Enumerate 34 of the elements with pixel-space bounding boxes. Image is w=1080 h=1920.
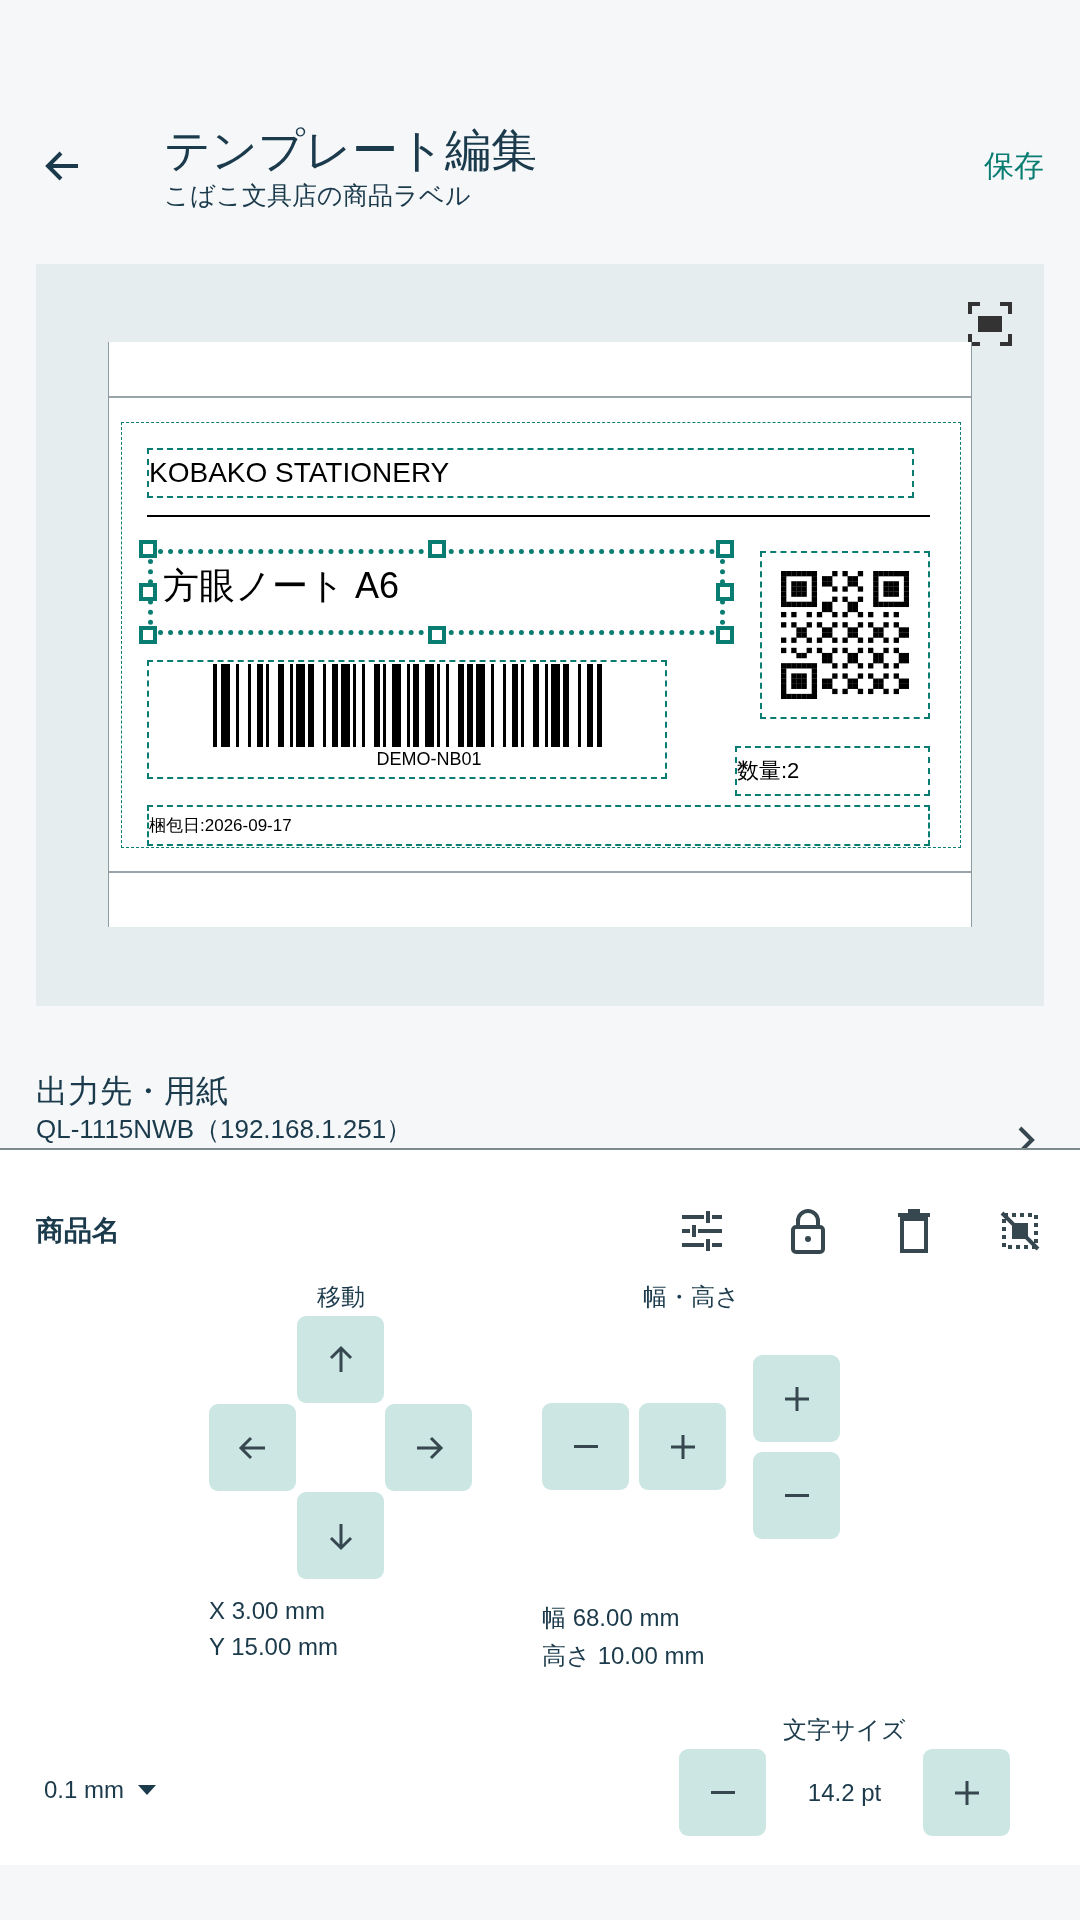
resize-handle[interactable] <box>139 583 157 601</box>
resize-handle[interactable] <box>716 626 734 644</box>
minus-icon <box>783 1494 810 1497</box>
label-field[interactable]: KOBAKO STATIONERY <box>147 448 914 498</box>
barcode-frame[interactable]: DEMO-NB01 <box>147 660 667 779</box>
resize-handle[interactable] <box>716 540 734 558</box>
move-label: 移動 <box>315 1282 366 1312</box>
barcode-caption: DEMO-NB01 <box>376 749 482 770</box>
resize-handle[interactable] <box>139 540 157 558</box>
minus-icon <box>572 1445 599 1448</box>
label-field[interactable]: 梱包日:2026-09-17 <box>147 805 930 846</box>
panel-title: 商品名 <box>36 1214 120 1248</box>
resize-handle[interactable] <box>427 626 446 644</box>
step-dropdown[interactable]: 0.1 mm <box>44 1776 156 1804</box>
font-size-label: 文字サイズ <box>783 1715 906 1745</box>
qr-frame[interactable] <box>760 551 930 719</box>
size-label: 幅・高さ <box>641 1282 741 1312</box>
resize-handle[interactable] <box>139 626 157 644</box>
resize-handle[interactable] <box>716 583 734 601</box>
screen-title: テンプレート編集 <box>164 123 537 178</box>
y-position: Y 15.00 mm <box>209 1632 339 1662</box>
minus-icon <box>709 1791 736 1794</box>
screen-subtitle: こばこ文具店の商品ラベル <box>164 180 472 211</box>
height-value: 高さ 10.00 mm <box>542 1641 706 1671</box>
save-button[interactable]: 保存 <box>984 146 1044 187</box>
x-position: X 3.00 mm <box>209 1596 327 1626</box>
resize-handle[interactable] <box>427 540 446 558</box>
label-field[interactable]: 数量:2 <box>735 746 930 796</box>
width-value: 幅 68.00 mm <box>542 1603 681 1633</box>
caret-down-icon <box>138 1785 156 1795</box>
output-label: 出力先・用紙 <box>36 1072 229 1111</box>
fit-screen-icon[interactable] <box>966 300 1014 348</box>
font-size-value: 14.2 pt <box>806 1778 883 1807</box>
printer-name: QL-1115NWB（192.168.1.251） <box>36 1113 413 1146</box>
